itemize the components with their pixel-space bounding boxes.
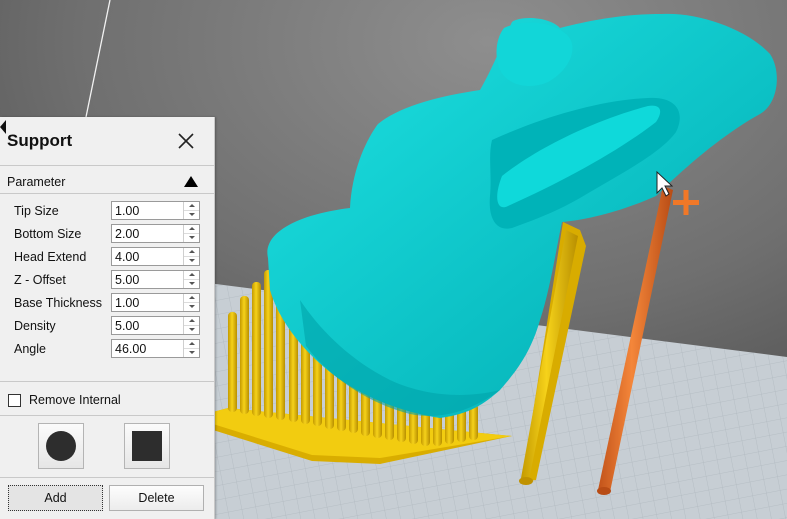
divider: [0, 477, 214, 478]
base-thickness-spinbox[interactable]: [111, 293, 200, 312]
param-row-tip-size: Tip Size: [0, 201, 214, 222]
panel-grip-icon[interactable]: [0, 120, 6, 134]
spin-buttons: [183, 225, 199, 242]
bottom-size-spinbox[interactable]: [111, 224, 200, 243]
param-row-z-offset: Z - Offset: [0, 270, 214, 291]
param-row-density: Density: [0, 316, 214, 337]
param-label: Density: [14, 319, 56, 333]
spin-down-icon[interactable]: [184, 280, 199, 288]
divider: [0, 165, 214, 166]
circle-support-button[interactable]: [38, 423, 84, 469]
spin-down-icon[interactable]: [184, 349, 199, 357]
spin-up-icon[interactable]: [184, 225, 199, 234]
close-icon: [178, 133, 194, 149]
z-offset-input[interactable]: [115, 273, 183, 287]
spin-buttons: [183, 317, 199, 334]
spin-down-icon[interactable]: [184, 326, 199, 334]
base-thickness-input[interactable]: [115, 296, 183, 310]
delete-button[interactable]: Delete: [109, 485, 204, 511]
spin-up-icon[interactable]: [184, 294, 199, 303]
param-label: Angle: [14, 342, 46, 356]
head-extend-spinbox[interactable]: [111, 247, 200, 266]
param-row-angle: Angle: [0, 339, 214, 360]
bottom-size-input[interactable]: [115, 227, 183, 241]
divider: [0, 193, 214, 194]
close-button[interactable]: [174, 129, 198, 153]
remove-internal-label: Remove Internal: [29, 393, 121, 407]
remove-internal-checkbox[interactable]: [8, 394, 21, 407]
square-icon: [132, 431, 162, 461]
collapse-arrow-icon[interactable]: [184, 176, 198, 187]
head-extend-input[interactable]: [115, 250, 183, 264]
panel-title: Support: [7, 131, 73, 150]
divider: [0, 381, 214, 382]
spin-up-icon[interactable]: [184, 340, 199, 349]
spin-buttons: [183, 271, 199, 288]
param-label: Z - Offset: [14, 273, 66, 287]
param-label: Head Extend: [14, 250, 87, 264]
spin-up-icon[interactable]: [184, 271, 199, 280]
spin-buttons: [183, 340, 199, 357]
spin-buttons: [183, 202, 199, 219]
angle-input[interactable]: [115, 342, 183, 356]
support-panel: Support Parameter Tip Size Bottom Size: [0, 117, 215, 519]
section-label-parameter: Parameter: [7, 175, 66, 189]
spin-down-icon[interactable]: [184, 257, 199, 265]
spin-down-icon[interactable]: [184, 303, 199, 311]
param-label: Base Thickness: [14, 296, 103, 310]
angle-spinbox[interactable]: [111, 339, 200, 358]
z-offset-spinbox[interactable]: [111, 270, 200, 289]
density-input[interactable]: [115, 319, 183, 333]
density-spinbox[interactable]: [111, 316, 200, 335]
spin-buttons: [183, 248, 199, 265]
spin-down-icon[interactable]: [184, 211, 199, 219]
spin-down-icon[interactable]: [184, 234, 199, 242]
param-row-base-thickness: Base Thickness: [0, 293, 214, 314]
tip-size-input[interactable]: [115, 204, 183, 218]
param-label: Tip Size: [14, 204, 59, 218]
square-support-button[interactable]: [124, 423, 170, 469]
tip-size-spinbox[interactable]: [111, 201, 200, 220]
divider: [0, 415, 214, 416]
spin-buttons: [183, 294, 199, 311]
add-button[interactable]: Add: [8, 485, 103, 511]
spin-up-icon[interactable]: [184, 317, 199, 326]
spin-up-icon[interactable]: [184, 248, 199, 257]
param-label: Bottom Size: [14, 227, 82, 241]
param-row-bottom-size: Bottom Size: [0, 224, 214, 245]
spin-up-icon[interactable]: [184, 202, 199, 211]
circle-icon: [46, 431, 76, 461]
param-row-head-extend: Head Extend: [0, 247, 214, 268]
